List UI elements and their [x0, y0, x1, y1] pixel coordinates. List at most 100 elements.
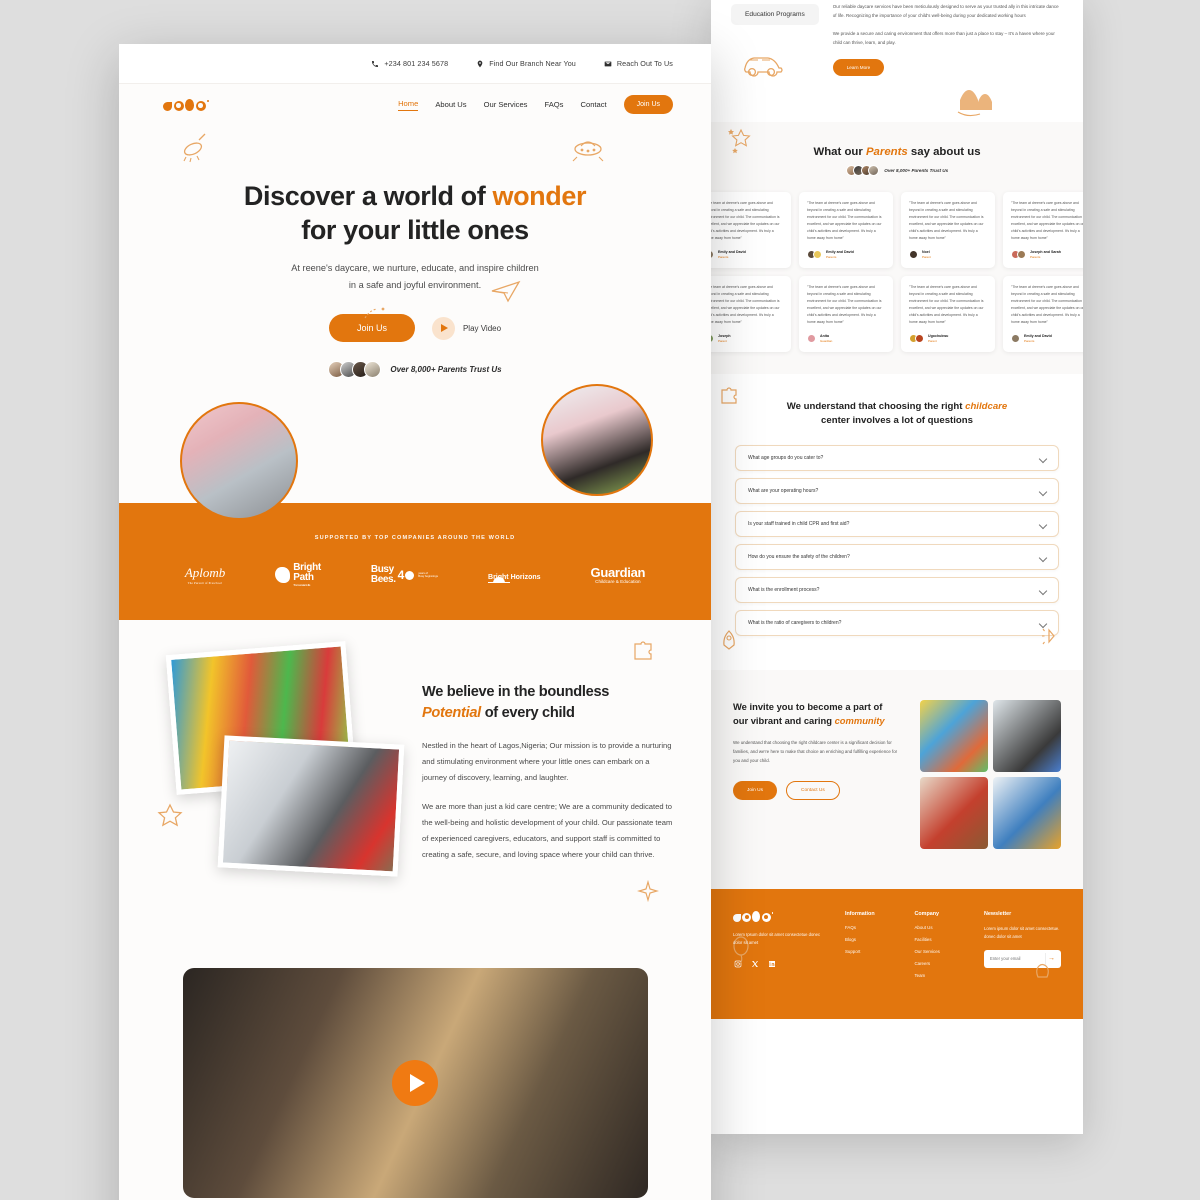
chevron-down-icon[interactable]: [1040, 587, 1046, 593]
nav-item-faqs[interactable]: FAQs: [544, 100, 563, 109]
faq-item[interactable]: What age groups do you cater to?: [735, 444, 1059, 471]
x-icon[interactable]: [750, 960, 759, 969]
testimonial-author: Emily and David Parents: [711, 249, 783, 259]
faq-item[interactable]: Is your staff trained in child CPR and f…: [735, 510, 1059, 537]
potential-title: We believe in the boundless Potential of …: [422, 684, 610, 721]
topbar-phone-text: +234 801 234 5678: [384, 59, 449, 68]
nav-item-home[interactable]: Home: [398, 99, 419, 111]
faq-question: What is the enrollment process?: [748, 586, 820, 593]
faq-section: We understand that choosing the right ch…: [711, 373, 1083, 670]
testimonial-quote: "The team at dreene's care goes above an…: [909, 200, 984, 240]
faq-item[interactable]: What is the enrollment process?: [735, 576, 1059, 603]
video-section[interactable]: [182, 968, 648, 1198]
nav-item-our-services[interactable]: Our Services: [484, 100, 528, 109]
footer-link[interactable]: Facilities: [914, 937, 968, 942]
chevron-down-icon[interactable]: [1040, 521, 1046, 527]
community-photo-collage: [920, 699, 1061, 849]
right-page-panel: Education Programs Our reliable daycare …: [711, 0, 1083, 1134]
hero-play-video-button[interactable]: Play Video: [431, 316, 501, 340]
avatar-group: [845, 164, 880, 176]
newsletter-submit-button[interactable]: →: [1045, 952, 1057, 965]
hero-title: Discover a world of wonder for your litt…: [243, 181, 587, 246]
testimonial-quote: "The team at dreene's care goes above an…: [711, 200, 780, 240]
testimonial-card: "The team at dreene's care goes above an…: [1003, 275, 1083, 352]
chevron-down-icon[interactable]: [1040, 455, 1046, 461]
testimonial-author: Joseph and Sarah Parents: [1011, 249, 1083, 259]
faq-question: What age groups do you cater to?: [748, 454, 824, 461]
footer-link[interactable]: Blogs: [845, 937, 899, 942]
footer-logo[interactable]: [733, 910, 829, 922]
faq-list: What age groups do you cater to? What ar…: [735, 444, 1059, 636]
topbar-phone[interactable]: +234 801 234 5678: [371, 59, 448, 68]
faq-item[interactable]: What is the ratio of caregivers to child…: [735, 609, 1059, 636]
footer-link[interactable]: Team: [914, 973, 968, 978]
faq-question: What are your operating hours?: [748, 487, 819, 494]
footer-link[interactable]: Careers: [914, 961, 968, 966]
tab-education-programs[interactable]: Education Programs: [731, 4, 819, 25]
avatar: [915, 333, 924, 343]
site-logo[interactable]: [163, 98, 209, 111]
testimonials-trust-text: Over 8,000+ Parents Trust Us: [884, 167, 949, 173]
faq-item[interactable]: How do you ensure the safety of the chil…: [735, 543, 1059, 570]
testimonial-card: "The team at dreene's care goes above an…: [711, 191, 791, 268]
testimonial-author: Emily and David Parents: [807, 249, 885, 259]
logo-shape: [761, 912, 771, 922]
potential-photo-stack: [163, 641, 405, 888]
nav-links: Home About Us Our Services FAQs Contact …: [398, 95, 673, 114]
faq-question: How do you ensure the safety of the chil…: [748, 553, 850, 560]
faq-item[interactable]: What are your operating hours?: [735, 477, 1059, 504]
footer-link[interactable]: FAQs: [845, 925, 899, 930]
chevron-down-icon[interactable]: [1040, 620, 1046, 626]
spinning-top-doodle-icon: [183, 133, 206, 163]
collage-photo: [920, 699, 989, 772]
newsletter-email-input[interactable]: [990, 956, 1045, 961]
author-avatars: [807, 249, 822, 259]
author-name: Emily and David: [826, 249, 854, 254]
collage-photo: [920, 776, 989, 849]
author-avatars: [711, 333, 714, 343]
hero-cta-group: Join Us Play Video: [119, 314, 711, 343]
hero-photo-left: [180, 402, 298, 520]
topbar-contact[interactable]: Reach Out To Us: [604, 59, 673, 68]
potential-copy: We believe in the boundless Potential of …: [422, 682, 675, 863]
hero-join-us-button[interactable]: Join Us: [328, 314, 415, 343]
faq-question: Is your staff trained in child CPR and f…: [748, 520, 850, 527]
testimonial-quote: "The team at dreene's care goes above an…: [711, 284, 780, 324]
newsletter-body: Lorem ipsum dolor sit amet consectetue. …: [984, 925, 1060, 939]
chevron-down-icon[interactable]: [1040, 488, 1046, 494]
footer-link[interactable]: About Us: [914, 925, 968, 930]
logo-shape: [173, 100, 184, 111]
footer-link[interactable]: Support: [845, 949, 899, 954]
chevron-down-icon[interactable]: [1040, 554, 1046, 560]
footer-column-heading: Company: [914, 910, 940, 917]
logo-shape: [185, 98, 194, 111]
testimonial-author: Noel Parent: [909, 249, 987, 259]
nav-item-contact[interactable]: Contact: [580, 100, 606, 109]
author-avatars: [909, 333, 924, 343]
community-join-button[interactable]: Join Us: [733, 781, 777, 801]
author-role: Parents: [1030, 254, 1041, 259]
play-icon: [431, 316, 455, 340]
author-avatars: [1011, 333, 1020, 343]
linkedin-icon[interactable]: [767, 960, 776, 969]
video-play-button[interactable]: [392, 1060, 438, 1106]
avatar: [807, 333, 816, 343]
nav-item-about-us[interactable]: About Us: [435, 100, 466, 109]
community-buttons: Join Us Contact Us: [733, 781, 904, 801]
community-contact-button[interactable]: Contact Us: [786, 781, 840, 801]
nav-join-us-button[interactable]: Join Us: [623, 95, 673, 114]
footer-link[interactable]: Our Services: [914, 949, 968, 954]
testimonials-row-1: "The team at dreene's care goes above an…: [711, 191, 1083, 268]
author-role: Guardian: [820, 338, 833, 343]
topbar-branch[interactable]: Find Our Branch Near You: [476, 59, 576, 68]
avatar: [364, 361, 382, 379]
instagram-icon[interactable]: [733, 960, 742, 969]
sparkle-doodle-icon: [637, 880, 659, 902]
partner-logo-bright-path: Bright Path The best start in life: [275, 563, 321, 588]
collage-photo: [993, 699, 1061, 772]
potential-section: We believe in the boundless Potential of …: [119, 620, 711, 920]
learn-more-button[interactable]: Learn More: [832, 58, 885, 76]
author-name: Noel: [922, 249, 930, 254]
testimonials-section: What our Parents say about us Over 8,000…: [711, 121, 1083, 374]
footer-column-information: Information FAQs Blogs Support: [845, 911, 899, 985]
